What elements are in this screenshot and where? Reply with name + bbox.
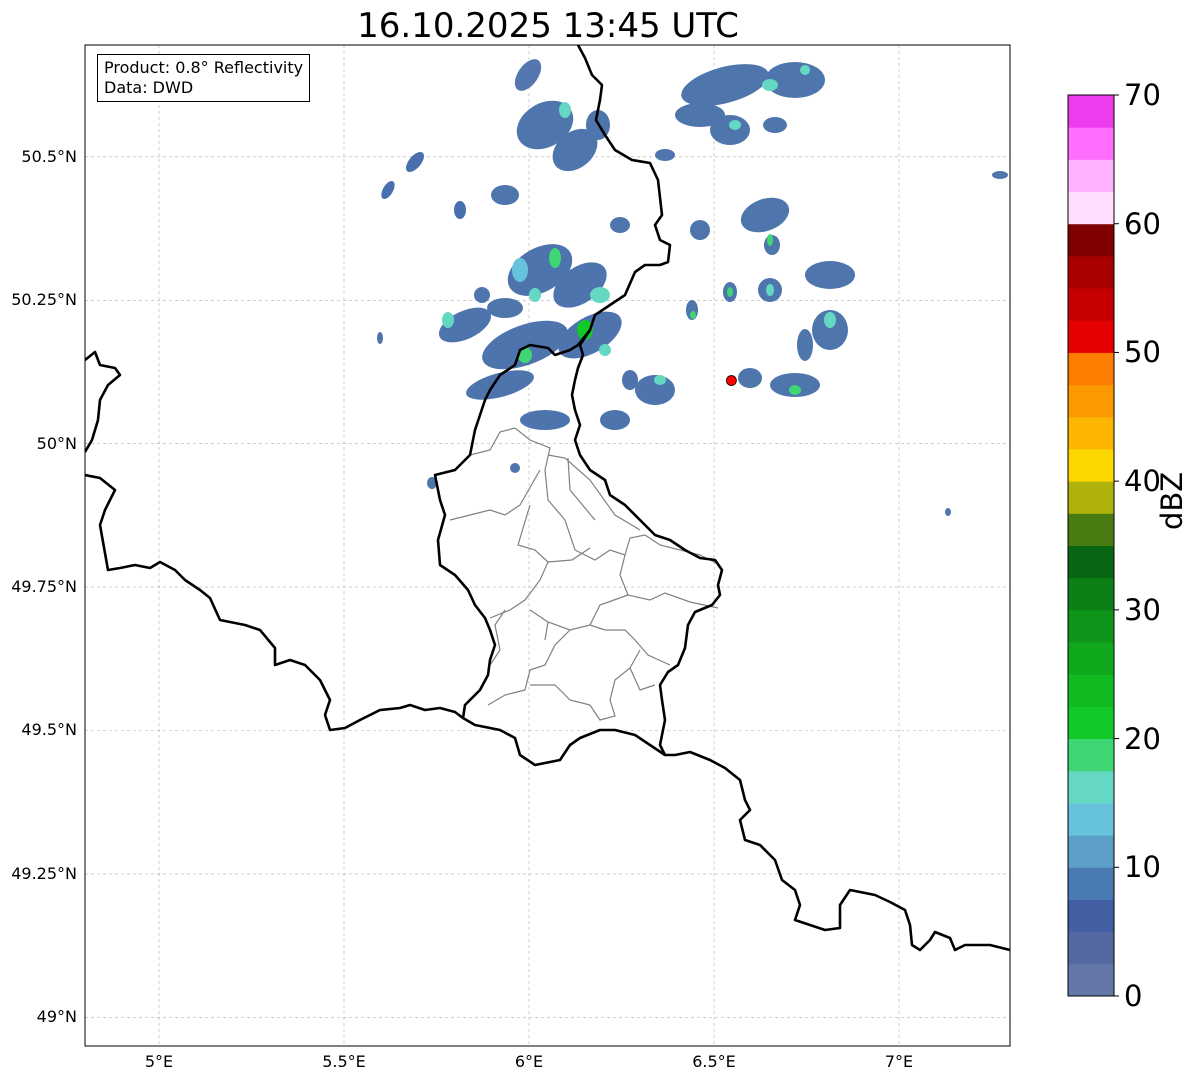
colorbar [1068, 94, 1119, 997]
product-label: Product: 0.8° Reflectivity [104, 58, 304, 77]
y-tick-label: 49.25°N [11, 863, 77, 883]
y-tick-label: 50°N [36, 433, 77, 453]
colorbar-bin [1068, 384, 1114, 418]
colorbar-bin [1068, 609, 1114, 643]
colorbar-bin [1068, 577, 1114, 611]
colorbar-bin [1068, 416, 1114, 450]
colorbar-tick-label: 50 [1124, 335, 1161, 370]
y-tick-label: 49°N [36, 1007, 77, 1027]
colorbar-bin [1068, 963, 1114, 997]
plot-area [85, 45, 1010, 1046]
y-tick-label: 50.25°N [11, 290, 77, 310]
colorbar-bin [1068, 931, 1114, 965]
x-tick-label: 6°E [514, 1052, 544, 1071]
data-source-label: Data: DWD [104, 78, 194, 97]
colorbar-bin [1068, 481, 1114, 514]
y-tick-label: 49.5°N [21, 720, 77, 740]
x-tick-label: 5°E [144, 1052, 174, 1071]
y-tick-label: 49.75°N [11, 577, 77, 597]
colorbar-bin [1068, 223, 1114, 257]
colorbar-bin [1068, 513, 1114, 546]
colorbar-tick-label: 20 [1124, 721, 1161, 756]
colorbar-tick-label: 0 [1124, 979, 1143, 1013]
colorbar-bin [1068, 867, 1114, 900]
x-tick-label: 5.5°E [322, 1052, 366, 1071]
colorbar-bin [1068, 352, 1114, 386]
colorbar-bin [1068, 545, 1114, 579]
colorbar-label: dBZ [1155, 471, 1189, 530]
radar-site-marker [725, 375, 737, 386]
colorbar-bin [1068, 738, 1114, 772]
colorbar-bin [1068, 706, 1114, 740]
colorbar-bin [1068, 255, 1114, 289]
colorbar-tick-label: 10 [1124, 850, 1161, 885]
colorbar-bin [1068, 159, 1114, 193]
colorbar-bin [1068, 448, 1114, 482]
colorbar-bin [1068, 899, 1114, 933]
colorbar-bin [1068, 642, 1114, 675]
x-tick-label: 7°E [884, 1052, 914, 1071]
colorbar-bin [1068, 770, 1114, 804]
colorbar-bin [1068, 674, 1114, 707]
colorbar-bin [1068, 320, 1114, 353]
colorbar-bin [1068, 835, 1114, 868]
colorbar-bin [1068, 288, 1114, 321]
colorbar-tick-label: 70 [1124, 78, 1161, 112]
radar-map [84, 44, 1119, 1047]
colorbar-bin [1068, 191, 1114, 225]
colorbar-bin [1068, 802, 1114, 836]
colorbar-bin [1068, 95, 1114, 128]
y-tick-label: 50.5°N [21, 146, 77, 166]
colorbar-bin [1068, 127, 1114, 160]
colorbar-tick-label: 60 [1124, 206, 1161, 241]
x-tick-label: 6.5°E [692, 1052, 736, 1071]
colorbar-tick-label: 30 [1124, 592, 1161, 627]
info-box: Product: 0.8° Reflectivity Data: DWD [97, 54, 311, 102]
site-marker [725, 375, 737, 386]
